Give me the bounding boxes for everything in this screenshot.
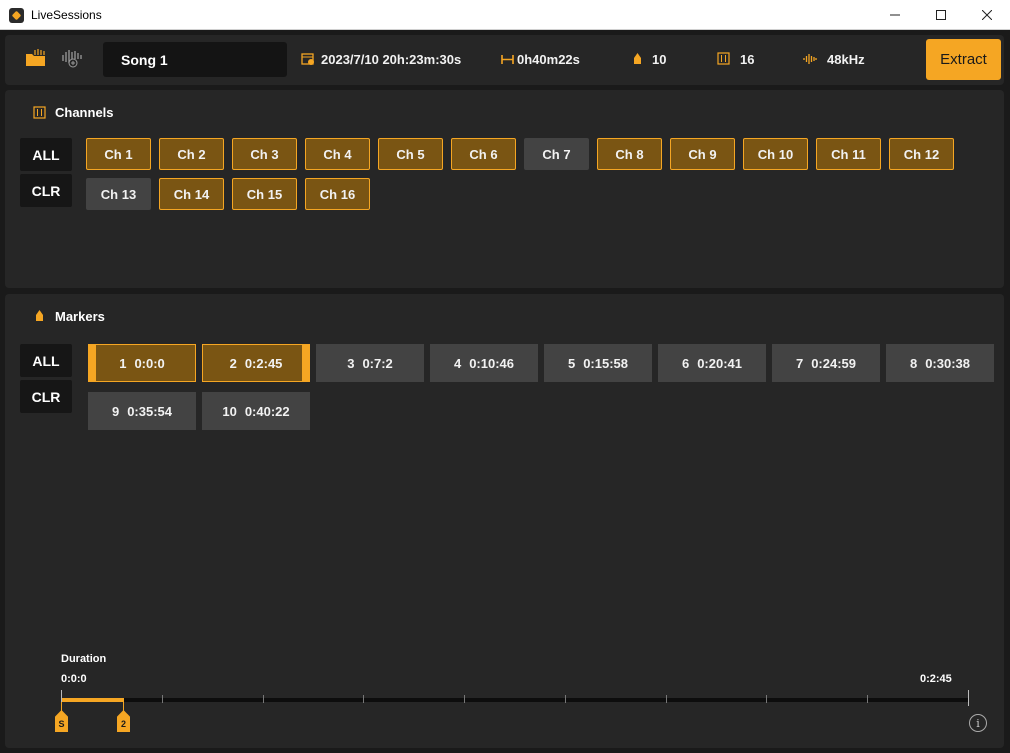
marker-time: 0:24:59 [811,355,857,371]
markers-panel: Markers ALL CLR 1 0:0:0 2 0:2:45 3 0:7:2 4 0:10… [5,294,1004,748]
session-toolbar: Song 1 2023/7/10 20h:23m:30s 0h40m22s 10… [5,35,1004,85]
markers-title: Markers [55,309,105,324]
marker-button[interactable]: 5 0:15:58 [544,344,652,382]
song-name-field[interactable]: Song 1 [103,42,287,77]
marker-time: 0:20:41 [697,355,743,371]
timeline-tick [263,695,264,703]
marker-button[interactable]: 7 0:24:59 [772,344,880,382]
marker-icon [36,310,43,321]
marker-time: 0:0:0 [134,355,165,371]
marker-count: 10 [652,52,667,67]
audio-device-icon[interactable] [61,47,85,71]
channels-all-button[interactable]: ALL [20,138,72,171]
minimize-button[interactable] [872,0,918,30]
marker-button[interactable]: 6 0:20:41 [658,344,766,382]
channel-button[interactable]: Ch 11 [816,138,881,170]
channel-button[interactable]: Ch 12 [889,138,954,170]
marker-button[interactable]: 10 0:40:22 [202,392,310,430]
channel-button[interactable]: Ch 14 [159,178,224,210]
marker-number: 10 [222,403,237,419]
channel-button[interactable]: Ch 4 [305,138,370,170]
minimize-icon [890,14,900,16]
selection-end-indicator [302,345,309,381]
channels-icon [33,106,46,119]
app-logo-icon [9,8,24,23]
marker-number: 1 [119,355,127,371]
title-bar: LiveSessions [0,0,1010,30]
channels-panel: Channels ALL CLR Ch 1 Ch 2 Ch 3 Ch 4 Ch 5 Ch … [5,90,1004,288]
duration-end-time: 0:2:45 [920,673,952,685]
waveform-icon [803,54,817,64]
timeline-tick [968,690,969,706]
sample-rate: 48kHz [827,52,865,67]
channel-button[interactable]: Ch 9 [670,138,735,170]
marker-number: 6 [681,355,690,371]
marker-button[interactable]: 4 0:10:46 [430,344,538,382]
selection-start-indicator [89,345,96,381]
channel-button[interactable]: Ch 6 [451,138,516,170]
marker-button[interactable]: 2 0:2:45 [202,344,310,382]
recording-date: 2023/7/10 20h:23m:30s [321,52,462,67]
channel-button[interactable]: Ch 8 [597,138,662,170]
channel-button[interactable]: Ch 3 [232,138,297,170]
marker-time: 0:10:46 [469,355,515,371]
duration-selected-range [61,698,124,702]
channels-clear-button[interactable]: CLR [20,174,72,207]
marker-button[interactable]: 8 0:30:38 [886,344,994,382]
timeline-tick [162,695,163,703]
channel-button[interactable]: Ch 2 [159,138,224,170]
marker-number: 4 [453,355,462,371]
marker-number: 7 [795,355,804,371]
duration-label: Duration [61,653,107,665]
info-icon[interactable]: i [969,714,987,732]
marker-time: 0:40:22 [244,403,290,419]
timeline-tick [363,695,364,703]
end-flag-stem [123,702,124,711]
marker-number: 9 [111,403,120,419]
marker-number: 5 [567,355,576,371]
marker-time: 0:30:38 [925,355,971,371]
close-button[interactable] [964,0,1010,30]
start-flag-stem [61,702,62,711]
channel-button[interactable]: Ch 1 [86,138,151,170]
channel-button[interactable]: Ch 7 [524,138,589,170]
markers-clear-button[interactable]: CLR [20,380,72,413]
timeline-tick [464,695,465,703]
timeline-tick [766,695,767,703]
timeline-tick [867,695,868,703]
channel-button[interactable]: Ch 5 [378,138,443,170]
marker-number: 2 [229,355,237,371]
markers-all-button[interactable]: ALL [20,344,72,377]
marker-button[interactable]: 1 0:0:0 [88,344,196,382]
channels-title: Channels [55,105,114,120]
channel-count: 16 [740,52,755,67]
marker-number: 8 [909,355,918,371]
close-icon [982,10,992,20]
marker-time: 0:15:58 [583,355,629,371]
marker-number: 3 [347,355,355,371]
maximize-button[interactable] [918,0,964,30]
session-length: 0h40m22s [517,52,580,67]
marker-time: 0:2:45 [244,355,283,371]
maximize-icon [936,10,946,20]
extract-button[interactable]: Extract [926,39,1001,80]
channel-button[interactable]: Ch 15 [232,178,297,210]
timeline-tick [565,695,566,703]
channel-button[interactable]: Ch 13 [86,178,151,210]
marker-icon [634,53,641,64]
marker-time: 0:35:54 [127,403,173,419]
channel-button[interactable]: Ch 16 [305,178,370,210]
duration-start-time: 0:0:0 [61,673,87,685]
window-title: LiveSessions [31,8,102,22]
calendar-icon [301,53,314,65]
duration-timeline[interactable] [61,690,969,706]
timeline-tick [666,695,667,703]
duration-icon [501,55,514,64]
marker-button[interactable]: 3 0:7:2 [316,344,424,382]
channels-icon [717,52,730,65]
folder-open-icon[interactable] [25,48,47,68]
marker-button[interactable]: 9 0:35:54 [88,392,196,430]
channel-button[interactable]: Ch 10 [743,138,808,170]
marker-time: 0:7:2 [362,355,393,371]
